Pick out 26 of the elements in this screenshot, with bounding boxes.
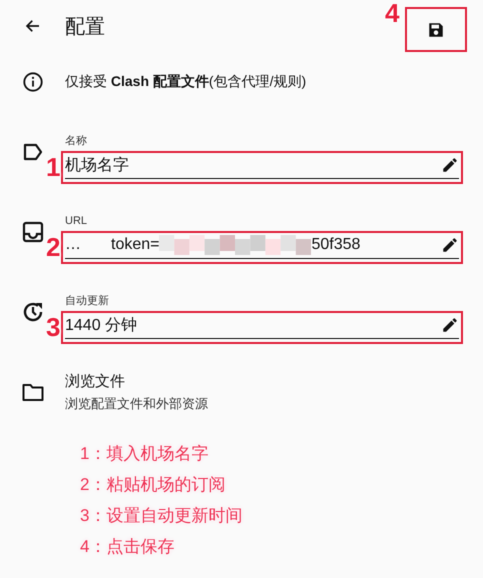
field-value[interactable]: …: [65, 236, 81, 254]
step-number: 4: [385, 0, 400, 26]
field-label: 自动更新: [65, 294, 109, 308]
edit-icon[interactable]: [441, 236, 459, 254]
edit-icon[interactable]: [441, 316, 459, 334]
field-label: 名称: [65, 134, 87, 148]
browse-title[interactable]: 浏览文件: [65, 370, 208, 394]
page-title: 配置: [65, 14, 105, 40]
inbox-icon: [20, 220, 44, 244]
field-value[interactable]: token=: [111, 236, 160, 254]
step-number: 1: [46, 154, 60, 180]
field-label: URL: [65, 214, 88, 228]
field-value[interactable]: 机场名字: [65, 154, 129, 176]
step-number: 2: [46, 234, 60, 260]
field-value[interactable]: 1440 分钟: [65, 314, 138, 336]
notice-text: 仅接受 Clash 配置文件(包含代理/规则): [65, 73, 306, 91]
info-icon: [22, 71, 44, 93]
field-value[interactable]: 50f358: [311, 236, 360, 254]
browse-subtitle: 浏览配置文件和外部资源: [65, 395, 208, 413]
instruction-text: 4：点击保存: [80, 536, 176, 558]
step-number: 3: [46, 314, 60, 340]
instruction-text: 1：填入机场名字: [80, 443, 210, 465]
edit-icon[interactable]: [441, 156, 459, 174]
highlight-box: [405, 7, 467, 52]
instruction-text: 3：设置自动更新时间: [80, 505, 244, 527]
instruction-text: 2：粘贴机场的订阅: [80, 474, 226, 496]
